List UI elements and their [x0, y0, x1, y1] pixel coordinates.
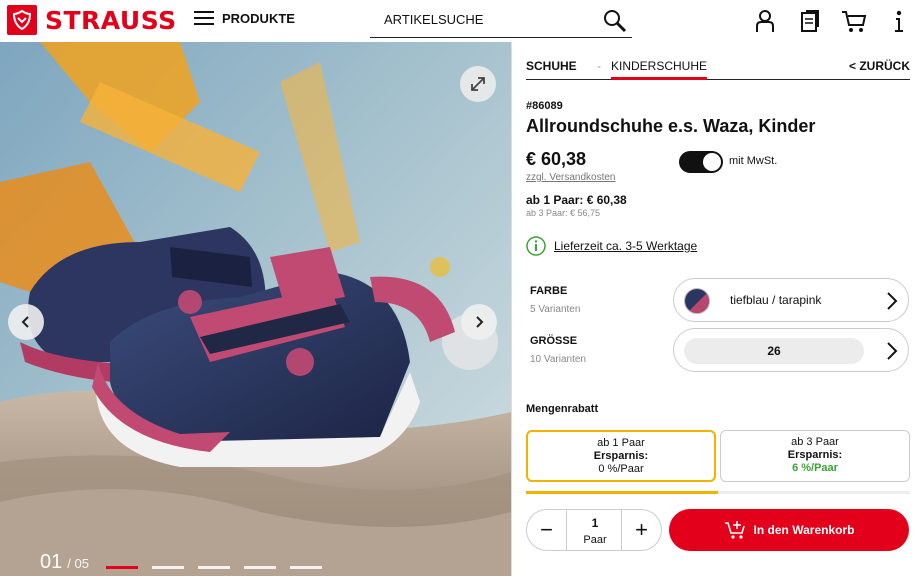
search-icon[interactable] — [602, 8, 628, 39]
product-photo — [0, 42, 511, 576]
breadcrumb-item-shoes[interactable]: SCHUHE — [526, 59, 577, 73]
search-input[interactable] — [384, 12, 594, 27]
slide-indicator[interactable] — [244, 566, 276, 569]
product-sku: #86089 — [526, 100, 563, 112]
image-counter-total: / 05 — [67, 556, 89, 571]
size-label: GRÖSSE — [530, 335, 578, 347]
delivery-time-link: Lieferzeit ca. 3-5 Werktage — [554, 239, 698, 253]
breadcrumb: SCHUHE - KINDERSCHUHE < ZURÜCK — [526, 58, 910, 80]
chevron-right-icon — [476, 316, 484, 328]
add-to-cart-button[interactable]: In den Warenkorb — [669, 509, 909, 551]
account-icon[interactable] — [752, 8, 778, 34]
info-icon[interactable] — [886, 8, 912, 34]
size-selector[interactable]: 26 — [673, 328, 909, 372]
slide-indicator[interactable] — [198, 566, 230, 569]
expand-icon — [471, 77, 485, 91]
logo-text: STRAUSS — [45, 5, 177, 35]
color-swatch — [684, 288, 710, 314]
info-circle-icon — [526, 236, 546, 256]
search-bar — [370, 2, 632, 38]
size-value: 26 — [684, 338, 864, 364]
breadcrumb-separator: - — [597, 59, 601, 73]
quantity-discount-title: Mengenrabatt — [526, 403, 599, 415]
chevron-right-icon — [887, 292, 898, 310]
products-menu-button[interactable]: PRODUKTE — [194, 10, 295, 26]
hamburger-icon — [194, 11, 214, 25]
quantity-value[interactable]: 1 — [567, 516, 623, 530]
product-title: Allroundschuhe e.s. Waza, Kinder — [526, 116, 816, 136]
product-details-panel: SCHUHE - KINDERSCHUHE < ZURÜCK #86089 Al… — [511, 42, 920, 576]
color-selector[interactable]: tiefblau / tarapink — [673, 278, 909, 322]
quantity-increase-button[interactable]: + — [621, 510, 661, 550]
previous-image-button[interactable] — [8, 304, 44, 340]
quantity-decrease-button[interactable]: − — [527, 510, 567, 550]
slide-indicators — [106, 566, 322, 569]
vat-toggle[interactable] — [679, 151, 723, 173]
image-counter: 01 / 05 — [40, 551, 89, 574]
cart-icon[interactable] — [841, 8, 867, 34]
tier-price-main: ab 1 Paar: € 60,38 — [526, 193, 627, 207]
slide-indicator[interactable] — [106, 566, 138, 569]
discount-tier-label: Ersparnis: — [787, 449, 843, 461]
site-header: STRAUSS PRODUKTE — [0, 0, 920, 42]
chevron-left-icon — [21, 316, 29, 328]
slide-indicator[interactable] — [152, 566, 184, 569]
delivery-time[interactable]: Lieferzeit ca. 3-5 Werktage — [526, 236, 697, 256]
products-menu-label: PRODUKTE — [222, 10, 295, 26]
product-price: € 60,38 — [526, 149, 587, 169]
quantity-stepper: − 1 Paar + — [526, 509, 662, 551]
back-link[interactable]: < ZURÜCK — [849, 59, 910, 73]
color-value: tiefblau / tarapink — [730, 293, 822, 307]
color-variants: 5 Varianten — [530, 304, 581, 315]
size-variants: 10 Varianten — [530, 354, 586, 365]
slide-indicator[interactable] — [290, 566, 322, 569]
cart-add-icon — [724, 521, 745, 539]
discount-tier-qty: ab 1 Paar — [597, 437, 645, 449]
clipboard-icon[interactable] — [797, 8, 823, 34]
image-counter-current: 01 — [40, 551, 63, 573]
vat-toggle-knob — [703, 153, 721, 171]
product-image-gallery[interactable]: 01 / 05 — [0, 42, 511, 576]
discount-tier-value: 6 %/Paar — [792, 462, 838, 474]
discount-tier-2[interactable]: ab 3 Paar Ersparnis: 6 %/Paar — [720, 430, 910, 482]
breadcrumb-item-kids-shoes[interactable]: KINDERSCHUHE — [611, 59, 708, 80]
discount-tier-label: Ersparnis: — [593, 450, 649, 462]
discount-progress-fill — [526, 491, 718, 494]
tier-price-sub: ab 3 Paar: € 56,75 — [526, 208, 601, 218]
zoom-button[interactable] — [460, 66, 496, 102]
vat-toggle-label: mit MwSt. — [729, 155, 778, 167]
logo-mark-icon — [7, 5, 37, 35]
add-to-cart-label: In den Warenkorb — [753, 523, 855, 537]
discount-tier-value: 0 %/Paar — [598, 463, 644, 475]
color-label: FARBE — [530, 285, 568, 297]
shipping-costs-link[interactable]: zzgl. Versandkosten — [526, 172, 616, 183]
strauss-logo[interactable]: STRAUSS — [7, 5, 177, 35]
quantity-unit: Paar — [583, 534, 607, 546]
discount-progress-bar — [526, 491, 910, 494]
discount-tier-qty: ab 3 Paar — [791, 436, 839, 448]
discount-tier-1[interactable]: ab 1 Paar Ersparnis: 0 %/Paar — [526, 430, 716, 482]
chevron-right-icon — [887, 342, 898, 360]
next-image-button[interactable] — [461, 304, 497, 340]
